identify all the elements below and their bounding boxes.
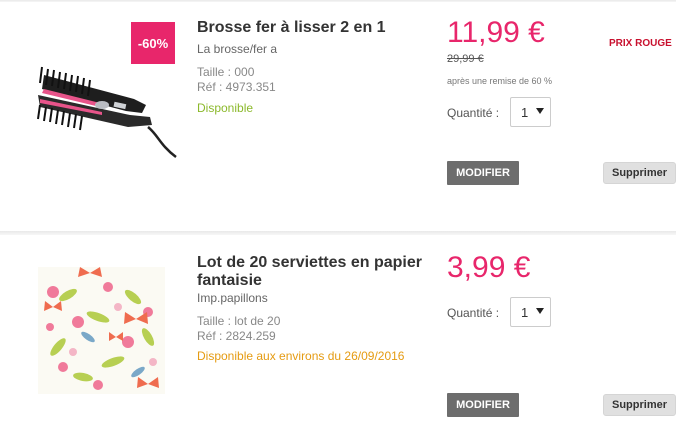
product-price: 11,99 € xyxy=(447,16,545,49)
chevron-down-icon xyxy=(536,308,544,314)
product-ref: Réf : 2824.259 xyxy=(197,329,276,343)
availability-status: Disponible aux environs du 26/09/2016 xyxy=(197,349,405,363)
product-subtitle: Imp.papillons xyxy=(197,291,268,305)
discount-badge: -60% xyxy=(131,22,175,64)
old-price: 29,99 € xyxy=(447,53,484,65)
chevron-down-icon xyxy=(536,108,544,114)
quantity-value: 1 xyxy=(521,304,529,320)
product-price: 3,99 € xyxy=(447,251,531,284)
discount-note: après une remise de 60 % xyxy=(447,76,553,86)
quantity-select[interactable]: 1 xyxy=(510,297,551,327)
butterfly-napkin-icon[interactable] xyxy=(38,267,165,394)
product-ref: Réf : 4973.351 xyxy=(197,80,276,94)
product-title[interactable]: Lot de 20 serviettes en papier fantaisie xyxy=(197,254,442,290)
modify-button[interactable]: MODIFIER xyxy=(447,393,519,417)
quantity-label: Quantité : xyxy=(447,106,500,120)
product-subtitle: La brosse/fer a xyxy=(197,42,278,56)
availability-status: Disponible xyxy=(197,101,254,115)
cart-item-napkins: Lot de 20 serviettes en papier fantaisie… xyxy=(0,235,689,432)
product-title[interactable]: Brosse fer à lisser 2 en 1 xyxy=(197,19,437,37)
cart-item-straightener: -60% Brosse fer à lisser 2 en 1 La bross… xyxy=(0,0,689,231)
quantity-value: 1 xyxy=(521,104,529,120)
product-size: Taille : 000 xyxy=(197,65,255,79)
delete-button[interactable]: Supprimer xyxy=(603,394,676,416)
promo-label: PRIX ROUGE xyxy=(609,38,672,49)
quantity-label: Quantité : xyxy=(447,306,500,320)
hair-straightener-brush-icon[interactable] xyxy=(30,55,180,165)
delete-button[interactable]: Supprimer xyxy=(603,162,676,184)
product-size: Taille : lot de 20 xyxy=(197,314,281,328)
modify-button[interactable]: MODIFIER xyxy=(447,161,519,185)
quantity-select[interactable]: 1 xyxy=(510,97,551,127)
